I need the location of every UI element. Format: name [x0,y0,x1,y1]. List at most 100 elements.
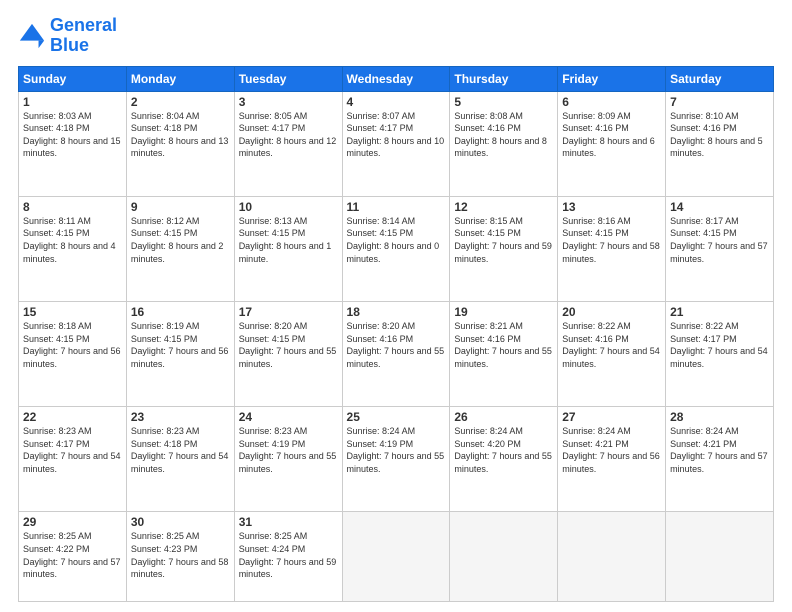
calendar-cell: 26 Sunrise: 8:24 AMSunset: 4:20 PMDaylig… [450,407,558,512]
calendar-cell: 1 Sunrise: 8:03 AMSunset: 4:18 PMDayligh… [19,91,127,196]
day-number: 9 [131,200,230,214]
weekday-header-friday: Friday [558,66,666,91]
header: General Blue [18,16,774,56]
week-row-4: 22 Sunrise: 8:23 AMSunset: 4:17 PMDaylig… [19,407,774,512]
day-number: 12 [454,200,553,214]
day-number: 17 [239,305,338,319]
day-number: 16 [131,305,230,319]
calendar-cell: 18 Sunrise: 8:20 AMSunset: 4:16 PMDaylig… [342,301,450,406]
day-info: Sunrise: 8:24 AMSunset: 4:19 PMDaylight:… [347,425,446,475]
calendar-cell: 30 Sunrise: 8:25 AMSunset: 4:23 PMDaylig… [126,512,234,602]
day-number: 23 [131,410,230,424]
day-info: Sunrise: 8:09 AMSunset: 4:16 PMDaylight:… [562,110,661,160]
calendar-cell: 31 Sunrise: 8:25 AMSunset: 4:24 PMDaylig… [234,512,342,602]
calendar-cell: 14 Sunrise: 8:17 AMSunset: 4:15 PMDaylig… [666,196,774,301]
day-number: 8 [23,200,122,214]
day-info: Sunrise: 8:16 AMSunset: 4:15 PMDaylight:… [562,215,661,265]
day-number: 18 [347,305,446,319]
day-info: Sunrise: 8:24 AMSunset: 4:21 PMDaylight:… [670,425,769,475]
day-number: 7 [670,95,769,109]
day-number: 26 [454,410,553,424]
day-info: Sunrise: 8:20 AMSunset: 4:15 PMDaylight:… [239,320,338,370]
day-info: Sunrise: 8:15 AMSunset: 4:15 PMDaylight:… [454,215,553,265]
day-number: 27 [562,410,661,424]
day-number: 25 [347,410,446,424]
day-info: Sunrise: 8:14 AMSunset: 4:15 PMDaylight:… [347,215,446,265]
calendar-cell: 28 Sunrise: 8:24 AMSunset: 4:21 PMDaylig… [666,407,774,512]
weekday-header-wednesday: Wednesday [342,66,450,91]
day-number: 11 [347,200,446,214]
day-info: Sunrise: 8:08 AMSunset: 4:16 PMDaylight:… [454,110,553,160]
day-info: Sunrise: 8:22 AMSunset: 4:16 PMDaylight:… [562,320,661,370]
day-number: 28 [670,410,769,424]
day-number: 19 [454,305,553,319]
day-info: Sunrise: 8:18 AMSunset: 4:15 PMDaylight:… [23,320,122,370]
logo: General Blue [18,16,117,56]
calendar-cell: 16 Sunrise: 8:19 AMSunset: 4:15 PMDaylig… [126,301,234,406]
day-number: 3 [239,95,338,109]
calendar-cell: 5 Sunrise: 8:08 AMSunset: 4:16 PMDayligh… [450,91,558,196]
calendar-cell: 20 Sunrise: 8:22 AMSunset: 4:16 PMDaylig… [558,301,666,406]
calendar-cell: 27 Sunrise: 8:24 AMSunset: 4:21 PMDaylig… [558,407,666,512]
day-number: 10 [239,200,338,214]
calendar-cell: 24 Sunrise: 8:23 AMSunset: 4:19 PMDaylig… [234,407,342,512]
week-row-3: 15 Sunrise: 8:18 AMSunset: 4:15 PMDaylig… [19,301,774,406]
calendar-cell [558,512,666,602]
day-number: 6 [562,95,661,109]
calendar-cell: 11 Sunrise: 8:14 AMSunset: 4:15 PMDaylig… [342,196,450,301]
calendar-cell: 2 Sunrise: 8:04 AMSunset: 4:18 PMDayligh… [126,91,234,196]
day-info: Sunrise: 8:13 AMSunset: 4:15 PMDaylight:… [239,215,338,265]
logo-text: General Blue [50,16,117,56]
day-info: Sunrise: 8:23 AMSunset: 4:19 PMDaylight:… [239,425,338,475]
day-number: 5 [454,95,553,109]
day-info: Sunrise: 8:05 AMSunset: 4:17 PMDaylight:… [239,110,338,160]
day-number: 1 [23,95,122,109]
week-row-2: 8 Sunrise: 8:11 AMSunset: 4:15 PMDayligh… [19,196,774,301]
day-info: Sunrise: 8:23 AMSunset: 4:17 PMDaylight:… [23,425,122,475]
calendar-cell: 13 Sunrise: 8:16 AMSunset: 4:15 PMDaylig… [558,196,666,301]
calendar-cell: 9 Sunrise: 8:12 AMSunset: 4:15 PMDayligh… [126,196,234,301]
day-info: Sunrise: 8:11 AMSunset: 4:15 PMDaylight:… [23,215,122,265]
day-number: 30 [131,515,230,529]
calendar-cell: 6 Sunrise: 8:09 AMSunset: 4:16 PMDayligh… [558,91,666,196]
calendar-cell: 3 Sunrise: 8:05 AMSunset: 4:17 PMDayligh… [234,91,342,196]
weekday-header-monday: Monday [126,66,234,91]
logo-icon [18,22,46,50]
day-info: Sunrise: 8:07 AMSunset: 4:17 PMDaylight:… [347,110,446,160]
day-number: 20 [562,305,661,319]
day-info: Sunrise: 8:19 AMSunset: 4:15 PMDaylight:… [131,320,230,370]
calendar-cell: 22 Sunrise: 8:23 AMSunset: 4:17 PMDaylig… [19,407,127,512]
calendar-table: SundayMondayTuesdayWednesdayThursdayFrid… [18,66,774,602]
calendar-cell: 19 Sunrise: 8:21 AMSunset: 4:16 PMDaylig… [450,301,558,406]
day-info: Sunrise: 8:24 AMSunset: 4:21 PMDaylight:… [562,425,661,475]
calendar-cell: 17 Sunrise: 8:20 AMSunset: 4:15 PMDaylig… [234,301,342,406]
calendar-cell: 12 Sunrise: 8:15 AMSunset: 4:15 PMDaylig… [450,196,558,301]
calendar-cell: 21 Sunrise: 8:22 AMSunset: 4:17 PMDaylig… [666,301,774,406]
day-info: Sunrise: 8:04 AMSunset: 4:18 PMDaylight:… [131,110,230,160]
day-info: Sunrise: 8:21 AMSunset: 4:16 PMDaylight:… [454,320,553,370]
calendar-cell [450,512,558,602]
day-info: Sunrise: 8:25 AMSunset: 4:24 PMDaylight:… [239,530,338,580]
day-number: 2 [131,95,230,109]
day-info: Sunrise: 8:17 AMSunset: 4:15 PMDaylight:… [670,215,769,265]
day-number: 13 [562,200,661,214]
day-info: Sunrise: 8:10 AMSunset: 4:16 PMDaylight:… [670,110,769,160]
weekday-header-sunday: Sunday [19,66,127,91]
calendar-cell [342,512,450,602]
weekday-header-tuesday: Tuesday [234,66,342,91]
day-number: 22 [23,410,122,424]
calendar-cell: 10 Sunrise: 8:13 AMSunset: 4:15 PMDaylig… [234,196,342,301]
weekday-header-saturday: Saturday [666,66,774,91]
calendar-cell: 23 Sunrise: 8:23 AMSunset: 4:18 PMDaylig… [126,407,234,512]
calendar-cell: 29 Sunrise: 8:25 AMSunset: 4:22 PMDaylig… [19,512,127,602]
calendar-cell: 25 Sunrise: 8:24 AMSunset: 4:19 PMDaylig… [342,407,450,512]
calendar-cell: 4 Sunrise: 8:07 AMSunset: 4:17 PMDayligh… [342,91,450,196]
day-info: Sunrise: 8:24 AMSunset: 4:20 PMDaylight:… [454,425,553,475]
weekday-header-row: SundayMondayTuesdayWednesdayThursdayFrid… [19,66,774,91]
day-info: Sunrise: 8:23 AMSunset: 4:18 PMDaylight:… [131,425,230,475]
day-number: 31 [239,515,338,529]
week-row-1: 1 Sunrise: 8:03 AMSunset: 4:18 PMDayligh… [19,91,774,196]
weekday-header-thursday: Thursday [450,66,558,91]
day-info: Sunrise: 8:25 AMSunset: 4:23 PMDaylight:… [131,530,230,580]
calendar-cell [666,512,774,602]
